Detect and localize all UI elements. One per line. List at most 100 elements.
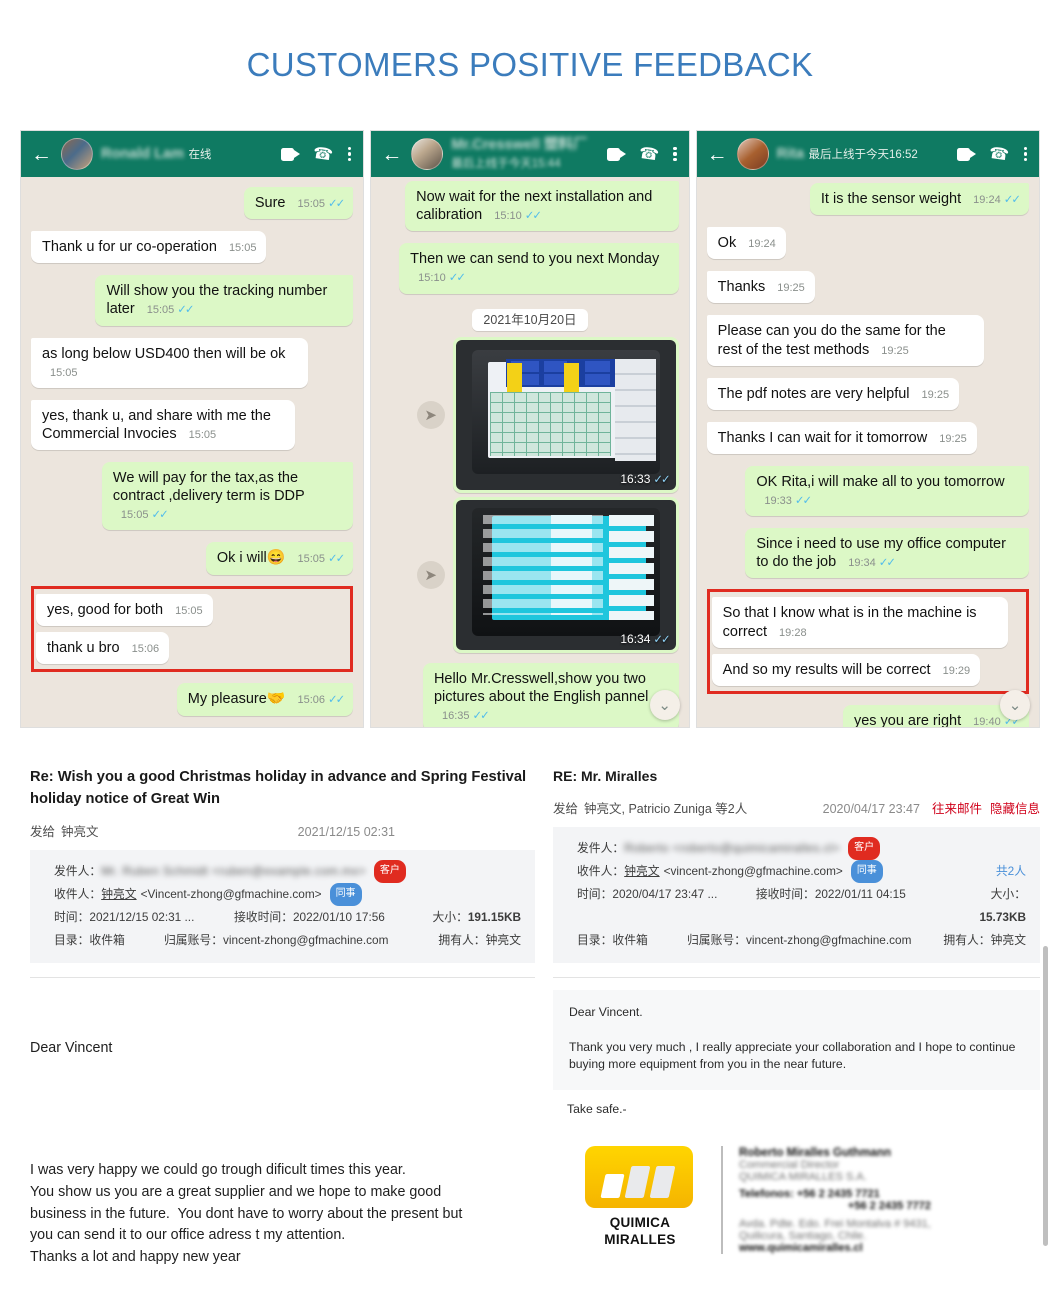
message-text: So that I know what is in the machine is… — [722, 605, 977, 640]
message-time: 15:06 — [297, 694, 326, 707]
contact-info[interactable]: Rita 最后上线于今天16:52 — [777, 145, 949, 163]
quimica-miralles-logo-icon — [585, 1146, 693, 1209]
message-text: Ok i will — [216, 550, 267, 567]
video-call-icon[interactable] — [956, 147, 976, 161]
contact-info[interactable]: Mr.Cresswell 塑料厂 最后上线于今天15:44 — [451, 136, 598, 172]
avatar[interactable] — [61, 138, 93, 170]
overflow-menu-icon[interactable] — [1022, 146, 1029, 162]
email-meta-block: 发件人： Roberto <roberto@quimicamiralles.cl… — [553, 827, 1040, 963]
contact-name: Rita — [776, 146, 805, 163]
email-meta-block: 发件人： Mr. Ruben Schmidt <ruben@example.co… — [30, 850, 535, 964]
from-label: 发件人： — [54, 864, 102, 879]
contact-name: Ronald Lam — [101, 146, 184, 163]
message-text: Please can you do the same for the rest … — [717, 323, 946, 358]
email-to-value: 钟亮文 — [61, 825, 99, 840]
folder-label: 目录： — [54, 933, 90, 948]
forward-icon[interactable]: ➤ — [416, 400, 445, 429]
account-value: vincent-zhong@gfmachine.com — [223, 933, 389, 948]
company-logo: QUIMICA MIRALLES — [585, 1146, 695, 1249]
message-row: OK Rita,i will make all to you tomorrow … — [707, 460, 1029, 522]
contact-status: 在线 — [188, 149, 212, 162]
image-bubble[interactable]: 16:33 ✓✓ — [452, 336, 679, 493]
chat-header: ← Rita 最后上线于今天16:52 ☎ — [696, 131, 1039, 177]
back-arrow-icon[interactable]: ← — [381, 144, 402, 165]
contact-tag-colleague: 同事 — [850, 860, 883, 883]
message-row: Ok i will😄 15:05 ✓✓ — [31, 536, 354, 581]
signature-details: Roberto Miralles Guthmann Commercial Dir… — [721, 1146, 931, 1255]
chat-bubble: OK Rita,i will make all to you tomorrow … — [745, 465, 1029, 517]
page-title: CUSTOMERS POSITIVE FEEDBACK — [246, 46, 814, 83]
read-receipt-icon: ✓✓ — [328, 694, 345, 707]
message-text: yes you are right — [853, 712, 962, 728]
video-call-icon[interactable] — [606, 147, 626, 161]
meta-row-to: 收件人： 钟亮文 <Vincent-zhong@gfmachine.com> 同… — [54, 883, 521, 907]
email-greeting: Dear Vincent. — [569, 1005, 643, 1019]
forward-icon[interactable]: ➤ — [416, 560, 445, 589]
signature-website[interactable]: www.quimicamiralles.cl — [739, 1242, 931, 1254]
phone-call-icon[interactable]: ☎ — [312, 143, 335, 166]
forwarded-image-row: ➤ 16:34 ✓✓ — [381, 496, 679, 653]
read-receipt-icon: ✓✓ — [794, 495, 812, 507]
scroll-to-bottom-icon[interactable]: ⌄ — [649, 690, 680, 720]
meta-row-folder: 目录：收件箱 归属账号：vincent-zhong@gfmachine.com … — [577, 929, 1026, 952]
highlight-annotation: So that I know what is in the machine is… — [706, 589, 1029, 694]
message-text: Thanks — [717, 279, 766, 296]
message-row: yes you are right 19:40 ✓✓ — [707, 699, 1029, 728]
back-arrow-icon[interactable]: ← — [707, 144, 728, 165]
folder-label: 目录： — [577, 933, 613, 947]
folder-value: 收件箱 — [612, 933, 648, 947]
received-label: 接收时间： — [234, 910, 293, 925]
chat-bubble: Hello Mr.Cresswell,show you two pictures… — [422, 662, 679, 727]
signature-address-2: Quilicura, Santiago, Chile. — [739, 1230, 867, 1243]
received-label: 接收时间： — [755, 887, 815, 901]
chat-bubble: Ok 19:24 — [706, 227, 786, 260]
overflow-menu-icon[interactable] — [671, 146, 678, 162]
message-row: It is the sensor weight 19:24 ✓✓ — [707, 181, 1029, 221]
message-time: 19:25 — [921, 388, 950, 401]
hmi-touch-panel-photo-2 — [455, 499, 676, 650]
avatar[interactable] — [736, 138, 769, 170]
whatsapp-screenshots-row: ← Ronald Lam 在线 ☎ Sure 15:05 ✓✓ Thank u … — [20, 130, 1040, 728]
scrollbar-thumb[interactable] — [1043, 946, 1048, 1246]
video-call-icon[interactable] — [281, 147, 301, 161]
phone-call-icon[interactable]: ☎ — [637, 143, 660, 166]
message-row: Will show you the tracking number later … — [31, 269, 354, 331]
message-time: 19:25 — [777, 282, 805, 295]
chat-header: ← Ronald Lam 在线 ☎ — [21, 131, 364, 177]
meta-row-folder: 目录：收件箱 归属账号：vincent-zhong@gfmachine.com … — [54, 929, 521, 952]
time-label: 时间： — [577, 887, 613, 901]
email-header-date: 2020/04/17 23:47 — [822, 802, 920, 816]
message-time: 15:05 — [120, 509, 149, 522]
to-name[interactable]: 钟亮文 — [624, 860, 659, 883]
message-row: yes, thank u, and share with me the Comm… — [31, 394, 353, 456]
size-label: 大小： — [432, 910, 468, 925]
recipients-count[interactable]: 共2人 — [996, 860, 1026, 883]
meta-row-from: 发件人： Mr. Ruben Schmidt <ruben@example.co… — [54, 860, 521, 884]
image-bubble[interactable]: 16:34 ✓✓ — [452, 496, 679, 653]
message-row: Thanks I can wait for it tomorrow 19:25 — [706, 416, 1029, 460]
email-to-value: 钟亮文, Patricio Zuniga 等2人 — [584, 802, 748, 816]
email-paragraph: Thank you very much , I really appreciat… — [569, 1039, 1016, 1072]
contact-info[interactable]: Ronald Lam 在线 — [101, 145, 273, 163]
message-time: 15:05 — [228, 242, 257, 255]
overflow-menu-icon[interactable] — [346, 146, 353, 162]
highlight-annotation: yes, good for both 15:05 thank u bro 15:… — [31, 586, 354, 673]
meta-row-to: 收件人： 钟亮文 <vincent-zhong@gfmachine.com> 同… — [577, 860, 1026, 883]
thread-link[interactable]: 往来邮件 — [932, 798, 982, 817]
scroll-to-bottom-icon[interactable]: ⌄ — [999, 690, 1030, 720]
meta-row-time: 时间：2021/12/15 02:31 ... 接收时间：2022/01/10 … — [54, 906, 521, 929]
signature-role: Commercial Director — [739, 1159, 840, 1172]
to-label: 收件人： — [54, 887, 102, 902]
email-greeting: Dear Vincent — [30, 1039, 113, 1056]
phone-call-icon[interactable]: ☎ — [988, 143, 1011, 166]
back-arrow-icon[interactable]: ← — [31, 144, 52, 165]
hide-info-link[interactable]: 隐藏信息 — [990, 798, 1040, 817]
message-text: OK Rita,i will make all to you tomorrow — [756, 473, 1005, 490]
received-value: 2022/01/10 17:56 — [293, 910, 385, 925]
email-body: Dear Vincent I was very happy we could g… — [30, 994, 535, 1300]
size-label: 大小： — [990, 887, 1026, 901]
to-name[interactable]: 钟亮文 — [101, 883, 136, 906]
message-row: as long below USD400 then will be ok 15:… — [31, 332, 353, 394]
whatsapp-chat-rita: ← Rita 最后上线于今天16:52 ☎ It is the sensor w… — [695, 130, 1040, 728]
avatar[interactable] — [411, 138, 444, 170]
